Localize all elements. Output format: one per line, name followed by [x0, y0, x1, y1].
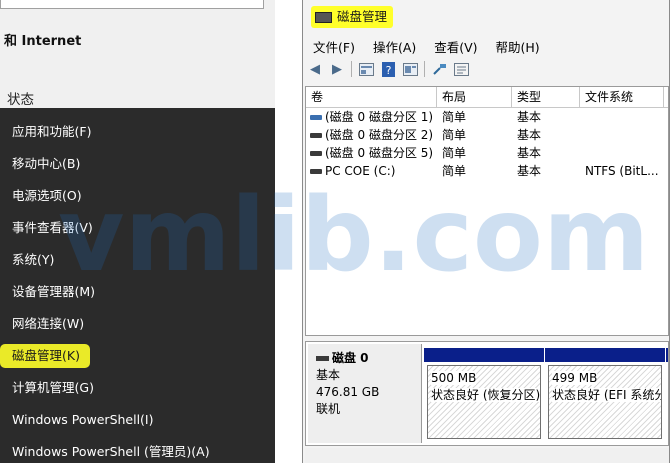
partition-body: 499 MB 状态良好 (EFI 系统分 [548, 365, 662, 439]
menu-item-powershell[interactable]: Windows PowerShell(I) [0, 404, 275, 436]
toolbar-separator [351, 61, 352, 77]
partition-size: 499 MB [552, 371, 598, 385]
column-header-type[interactable]: 类型 [512, 87, 580, 107]
properties-icon[interactable] [402, 61, 418, 77]
partition-status: 状态良好 (EFI 系统分 [552, 388, 661, 402]
disk-0-label[interactable]: 磁盘 0 基本 476.81 GB 联机 [308, 344, 422, 443]
volume-name: PC COE (C:) [325, 164, 396, 178]
partition-size: 500 MB [431, 371, 477, 385]
back-arrow-icon[interactable]: ◀ [307, 61, 323, 77]
partition-status: 状态良好 (恢复分区) [431, 388, 541, 402]
disk-state: 联机 [316, 402, 341, 416]
settings-search-box[interactable] [0, 0, 264, 9]
table-row[interactable]: (磁盘 0 磁盘分区 1) 简单 基本 [306, 108, 668, 126]
menu-item-apps-features[interactable]: 应用和功能(F) [0, 116, 275, 148]
column-header-volume[interactable]: 卷 [306, 87, 437, 107]
status-title: 状态 [7, 92, 34, 108]
connect-icon[interactable] [431, 61, 447, 77]
volume-layout: 简单 [442, 164, 467, 178]
partition-body: 500 MB 状态良好 (恢复分区) [427, 365, 541, 439]
forward-arrow-icon[interactable]: ▶ [329, 61, 345, 77]
settings-icon[interactable] [453, 61, 469, 77]
table-row[interactable]: PC COE (C:) 简单 基本 NTFS (BitL... [306, 162, 668, 180]
partition-bar [666, 348, 668, 362]
menu-file[interactable]: 文件(F) [313, 40, 355, 55]
disk-management-window: 磁盘管理 文件(F) 操作(A) 查看(V) 帮助(H) ◀ ▶ ? 卷 布局 [302, 0, 670, 463]
menu-bar: 文件(F) 操作(A) 查看(V) 帮助(H) [313, 37, 554, 56]
disk-type: 基本 [316, 368, 341, 382]
winx-menu: 应用和功能(F) 移动中心(B) 电源选项(O) 事件查看器(V) 系统(Y) … [0, 108, 275, 463]
volume-name: (磁盘 0 磁盘分区 2) [325, 128, 434, 142]
help-icon[interactable]: ? [380, 61, 396, 77]
menu-item-mobility-center[interactable]: 移动中心(B) [0, 148, 275, 180]
column-header-layout[interactable]: 布局 [437, 87, 512, 107]
volume-icon [310, 169, 322, 174]
table-row[interactable]: (磁盘 0 磁盘分区 2) 简单 基本 [306, 126, 668, 144]
volume-list: 卷 布局 类型 文件系统 (磁盘 0 磁盘分区 1) 简单 基本 (磁盘 0 磁… [305, 86, 669, 336]
menu-item-system[interactable]: 系统(Y) [0, 244, 275, 276]
window-title: 磁盘管理 [311, 6, 394, 28]
disk-name: 磁盘 0 [332, 351, 369, 365]
volume-type: 基本 [517, 164, 542, 178]
disk-view-icon[interactable] [358, 61, 374, 77]
svg-text:?: ? [385, 64, 391, 77]
volume-type: 基本 [517, 146, 542, 160]
partition-block-overflow[interactable] [666, 348, 668, 442]
status-bar [305, 448, 669, 463]
menu-item-computer-management[interactable]: 计算机管理(G) [0, 372, 275, 404]
volume-icon [310, 133, 322, 138]
menu-view[interactable]: 查看(V) [434, 40, 477, 55]
partition-block[interactable]: 499 MB 状态良好 (EFI 系统分 [545, 348, 665, 442]
volume-layout: 简单 [442, 128, 467, 142]
volume-layout: 简单 [442, 146, 467, 160]
volume-layout: 简单 [442, 110, 467, 124]
volume-list-header: 卷 布局 类型 文件系统 [306, 87, 668, 108]
menu-item-power-options[interactable]: 电源选项(O) [0, 180, 275, 212]
volume-icon [310, 115, 322, 120]
menu-item-disk-management[interactable]: 磁盘管理(K) [0, 344, 90, 368]
volume-name: (磁盘 0 磁盘分区 5) [325, 146, 434, 160]
partition-bar [545, 348, 665, 362]
volume-icon [310, 151, 322, 156]
menu-action[interactable]: 操作(A) [373, 40, 416, 55]
volume-filesystem: NTFS (BitL... [585, 164, 659, 178]
volume-type: 基本 [517, 110, 542, 124]
menu-item-network-connections[interactable]: 网络连接(W) [0, 308, 275, 340]
table-row[interactable]: (磁盘 0 磁盘分区 5) 简单 基本 [306, 144, 668, 162]
partition-block[interactable]: 500 MB 状态良好 (恢复分区) [424, 348, 544, 442]
menu-item-device-manager[interactable]: 设备管理器(M) [0, 276, 275, 308]
disk-icon [316, 356, 329, 361]
disk-map: 磁盘 0 基本 476.81 GB 联机 500 MB 状态良好 (恢复分区) … [305, 341, 669, 446]
menu-item-powershell-admin[interactable]: Windows PowerShell (管理员)(A) [0, 436, 275, 468]
column-header-filesystem[interactable]: 文件系统 [580, 87, 664, 107]
partition-bar [424, 348, 544, 362]
disk-size: 476.81 GB [316, 385, 380, 399]
disk-management-icon [315, 12, 332, 23]
menu-item-event-viewer[interactable]: 事件查看器(V) [0, 212, 275, 244]
network-internet-title: 和 Internet [4, 34, 82, 49]
volume-name: (磁盘 0 磁盘分区 1) [325, 110, 434, 124]
menu-help[interactable]: 帮助(H) [496, 40, 540, 55]
window-title-text: 磁盘管理 [337, 9, 388, 24]
volume-type: 基本 [517, 128, 542, 142]
toolbar-separator [424, 61, 425, 77]
toolbar: ◀ ▶ ? [307, 58, 469, 80]
